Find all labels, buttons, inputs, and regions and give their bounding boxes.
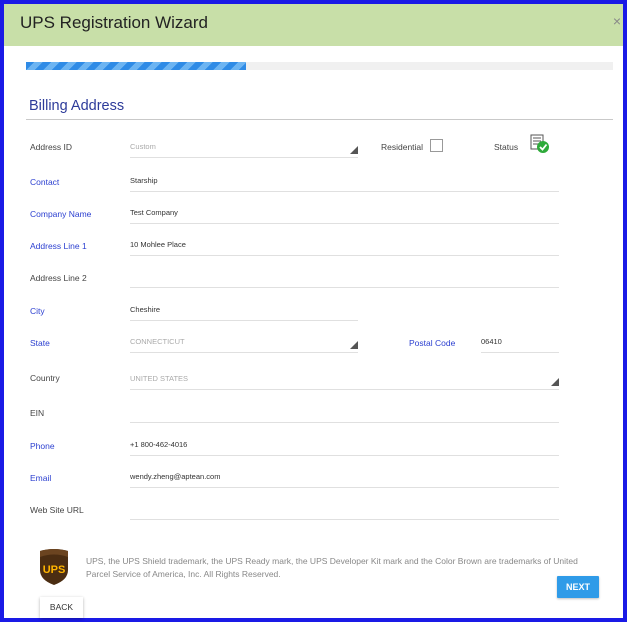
phone-input[interactable]: +1 800-462-4016 [130, 436, 559, 456]
residential-label: Residential [381, 142, 424, 152]
city-label: City [30, 306, 45, 316]
address-line-1-input[interactable]: 10 Mohlee Place [130, 236, 559, 256]
state-label: State [30, 338, 50, 348]
status-label: Status [494, 142, 519, 152]
contact-label: Contact [30, 177, 60, 187]
ups-logo-text: UPS [43, 564, 66, 576]
progress-fill [26, 62, 247, 70]
progress-bar [26, 62, 613, 70]
state-value: CONNECTICUT [130, 337, 185, 346]
residential-checkbox[interactable] [430, 139, 443, 152]
company-name-value: Test Company [130, 208, 178, 217]
email-value: wendy.zheng@aptean.com [130, 472, 221, 481]
section-divider [26, 119, 613, 120]
verified-list-icon [530, 134, 549, 153]
trademark-notice: UPS, the UPS Shield trademark, the UPS R… [86, 556, 578, 579]
postal-code-input[interactable]: 06410 [481, 333, 559, 353]
email-input[interactable]: wendy.zheng@aptean.com [130, 468, 559, 488]
next-button[interactable]: NEXT [557, 576, 599, 598]
web-site-url-input[interactable] [130, 500, 559, 520]
postal-code-label: Postal Code [409, 338, 456, 348]
postal-code-value: 06410 [481, 337, 502, 346]
city-value: Cheshire [130, 305, 161, 314]
title-bar: UPS Registration Wizard × [4, 4, 623, 46]
address-line-1-label: Address Line 1 [30, 241, 87, 251]
phone-value: +1 800-462-4016 [130, 440, 188, 449]
dropdown-caret-icon [551, 378, 559, 386]
address-id-select[interactable]: Custom [130, 138, 358, 158]
country-select[interactable]: UNITED STATES [130, 370, 559, 390]
web-site-url-label: Web Site URL [30, 505, 84, 515]
dialog-title: UPS Registration Wizard [20, 13, 209, 32]
address-line-2-input[interactable] [130, 268, 559, 288]
email-label: Email [30, 473, 52, 483]
phone-label: Phone [30, 441, 55, 451]
back-button[interactable]: BACK [40, 597, 83, 618]
close-icon[interactable]: × [613, 13, 621, 29]
dropdown-caret-icon [350, 341, 358, 349]
country-value: UNITED STATES [130, 374, 189, 383]
country-label: Country [30, 373, 60, 383]
company-name-input[interactable]: Test Company [130, 204, 559, 224]
contact-value: Starship [130, 176, 158, 185]
address-id-label: Address ID [30, 142, 73, 152]
address-line-1-value: 10 Mohlee Place [130, 240, 186, 249]
state-select[interactable]: CONNECTICUT [130, 333, 358, 353]
address-line-2-label: Address Line 2 [30, 273, 87, 283]
ups-shield-logo: UPS [40, 549, 68, 585]
city-input[interactable]: Cheshire [130, 301, 358, 321]
dropdown-caret-icon [350, 146, 358, 154]
ein-label: EIN [30, 408, 45, 418]
section-title: Billing Address [29, 98, 125, 114]
ein-input[interactable] [130, 403, 559, 423]
company-name-label: Company Name [30, 209, 92, 219]
address-id-value: Custom [130, 142, 156, 151]
contact-input[interactable]: Starship [130, 172, 559, 192]
